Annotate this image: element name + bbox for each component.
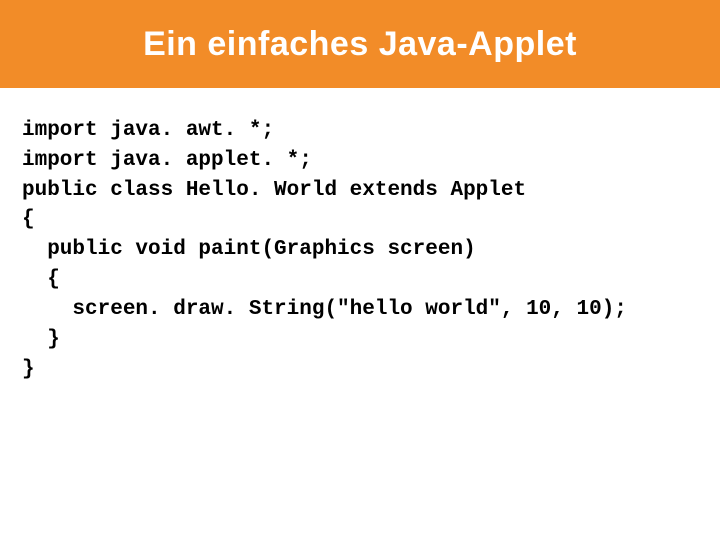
code-line: { (22, 208, 35, 231)
code-line: screen. draw. String("hello world", 10, … (22, 298, 627, 321)
code-line: public class Hello. World extends Applet (22, 179, 526, 202)
code-line: import java. awt. *; (22, 119, 274, 142)
code-line: import java. applet. *; (22, 149, 312, 172)
code-line: } (22, 328, 60, 351)
code-line: public void paint(Graphics screen) (22, 238, 476, 261)
code-block: import java. awt. *; import java. applet… (0, 88, 720, 412)
slide-title: Ein einfaches Java-Applet (143, 25, 577, 64)
slide-header: Ein einfaches Java-Applet (0, 0, 720, 88)
code-line: { (22, 268, 60, 291)
code-line: } (22, 358, 35, 381)
